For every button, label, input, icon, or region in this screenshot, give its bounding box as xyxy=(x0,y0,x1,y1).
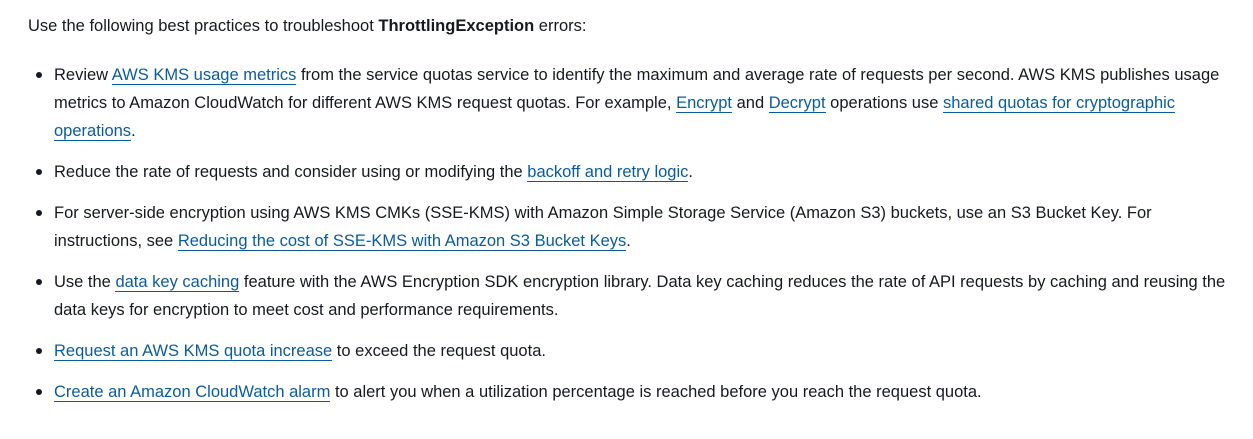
list-item-sse-kms: For server-side encryption using AWS KMS… xyxy=(28,199,1228,255)
best-practices-list: Review AWS KMS usage metrics from the se… xyxy=(28,61,1228,406)
list-item-text: operations use xyxy=(825,94,943,112)
list-item-text: Use the xyxy=(54,273,116,291)
list-item-text: to alert you when a utilization percenta… xyxy=(330,383,982,401)
list-item-text: Review xyxy=(54,66,112,84)
encrypt-link[interactable]: Encrypt xyxy=(676,94,733,113)
request-quota-increase-link[interactable]: Request an AWS KMS quota increase xyxy=(54,342,333,361)
backoff-retry-link[interactable]: backoff and retry logic xyxy=(527,163,689,182)
list-item-text: to exceed the request quota. xyxy=(332,342,546,360)
decrypt-link[interactable]: Decrypt xyxy=(768,94,826,113)
list-item-text: . xyxy=(688,163,693,181)
article-content: Use the following best practices to trou… xyxy=(0,0,1228,406)
intro-prefix: Use the following best practices to trou… xyxy=(28,17,379,35)
intro-suffix: errors: xyxy=(534,17,587,35)
intro-paragraph: Use the following best practices to trou… xyxy=(28,13,1228,39)
create-cloudwatch-alarm-link[interactable]: Create an Amazon CloudWatch alarm xyxy=(54,383,331,402)
aws-kms-usage-metrics-link[interactable]: AWS KMS usage metrics xyxy=(111,66,297,85)
list-item-text: and xyxy=(732,94,769,112)
list-item-usage-metrics: Review AWS KMS usage metrics from the se… xyxy=(28,61,1228,145)
reducing-cost-sse-kms-link[interactable]: Reducing the cost of SSE-KMS with Amazon… xyxy=(177,232,627,251)
list-item-quota-increase: Request an AWS KMS quota increase to exc… xyxy=(28,337,1228,365)
list-item-text: . xyxy=(131,122,136,140)
data-key-caching-link[interactable]: data key caching xyxy=(115,273,240,292)
list-item-text: . xyxy=(626,232,631,250)
intro-emphasis: ThrottlingException xyxy=(378,17,535,35)
list-item-cloudwatch-alarm: Create an Amazon CloudWatch alarm to ale… xyxy=(28,378,1228,406)
list-item-data-key-caching: Use the data key caching feature with th… xyxy=(28,268,1228,324)
list-item-text: Reduce the rate of requests and consider… xyxy=(54,163,528,181)
list-item-reduce-rate: Reduce the rate of requests and consider… xyxy=(28,158,1228,186)
